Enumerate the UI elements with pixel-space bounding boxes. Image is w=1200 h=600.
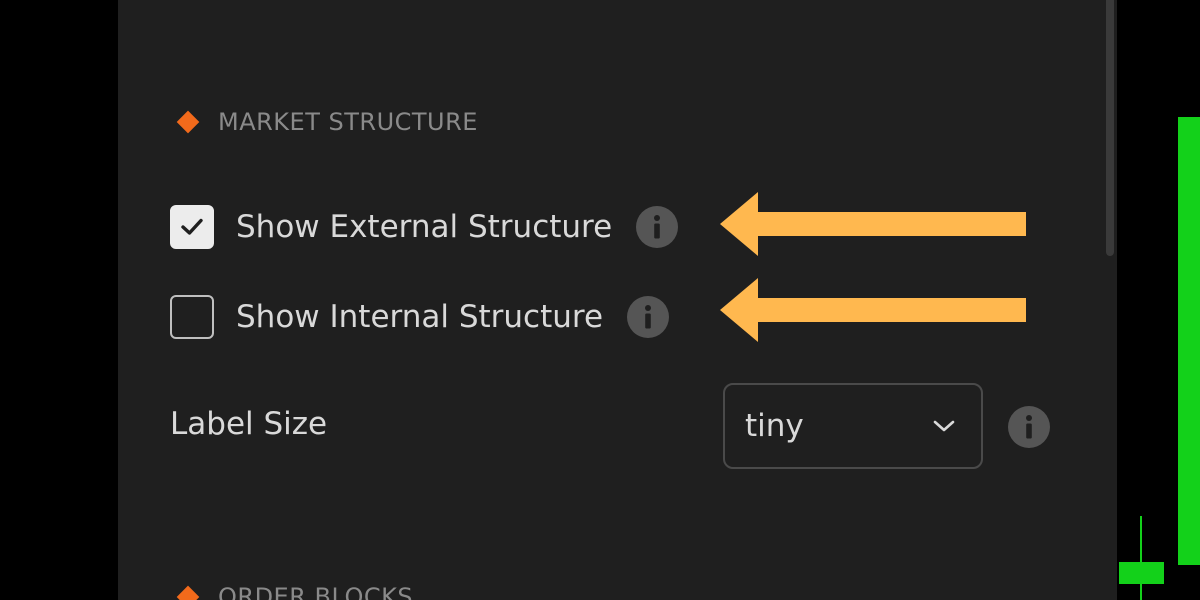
section-title: ORDER BLOCKS — [218, 583, 414, 600]
diamond-icon — [176, 110, 200, 134]
section-title: MARKET STRUCTURE — [218, 108, 478, 136]
info-icon[interactable] — [627, 296, 670, 338]
annotation-arrow-left-icon — [720, 192, 1026, 256]
chart-candle-wick — [1140, 516, 1142, 600]
section-header-order-blocks: ORDER BLOCKS — [176, 582, 414, 600]
show-external-structure-checkbox[interactable] — [170, 205, 214, 249]
info-icon[interactable] — [636, 206, 679, 248]
chevron-down-icon — [933, 420, 955, 432]
section-header-market-structure: MARKET STRUCTURE — [176, 107, 478, 137]
setting-row-show-external-structure: Show External Structure — [170, 205, 679, 249]
scrollbar-thumb[interactable] — [1106, 0, 1114, 256]
label-size-select[interactable]: tiny — [723, 383, 983, 469]
screen: MARKET STRUCTURE Show External Structure… — [0, 0, 1200, 600]
check-icon — [181, 218, 203, 235]
info-icon[interactable] — [1008, 406, 1050, 448]
show-internal-structure-label[interactable]: Show Internal Structure — [236, 299, 603, 335]
setting-row-show-internal-structure: Show Internal Structure — [170, 295, 670, 339]
annotation-arrow-left-icon — [720, 278, 1026, 342]
label-size-select-value: tiny — [745, 408, 804, 444]
chart-candle-green-small — [1119, 562, 1164, 584]
show-internal-structure-checkbox[interactable] — [170, 295, 214, 339]
label-size-label: Label Size — [170, 406, 328, 442]
diamond-icon — [176, 585, 200, 600]
show-external-structure-label[interactable]: Show External Structure — [236, 209, 612, 245]
chart-candle-green-tall — [1178, 117, 1200, 565]
